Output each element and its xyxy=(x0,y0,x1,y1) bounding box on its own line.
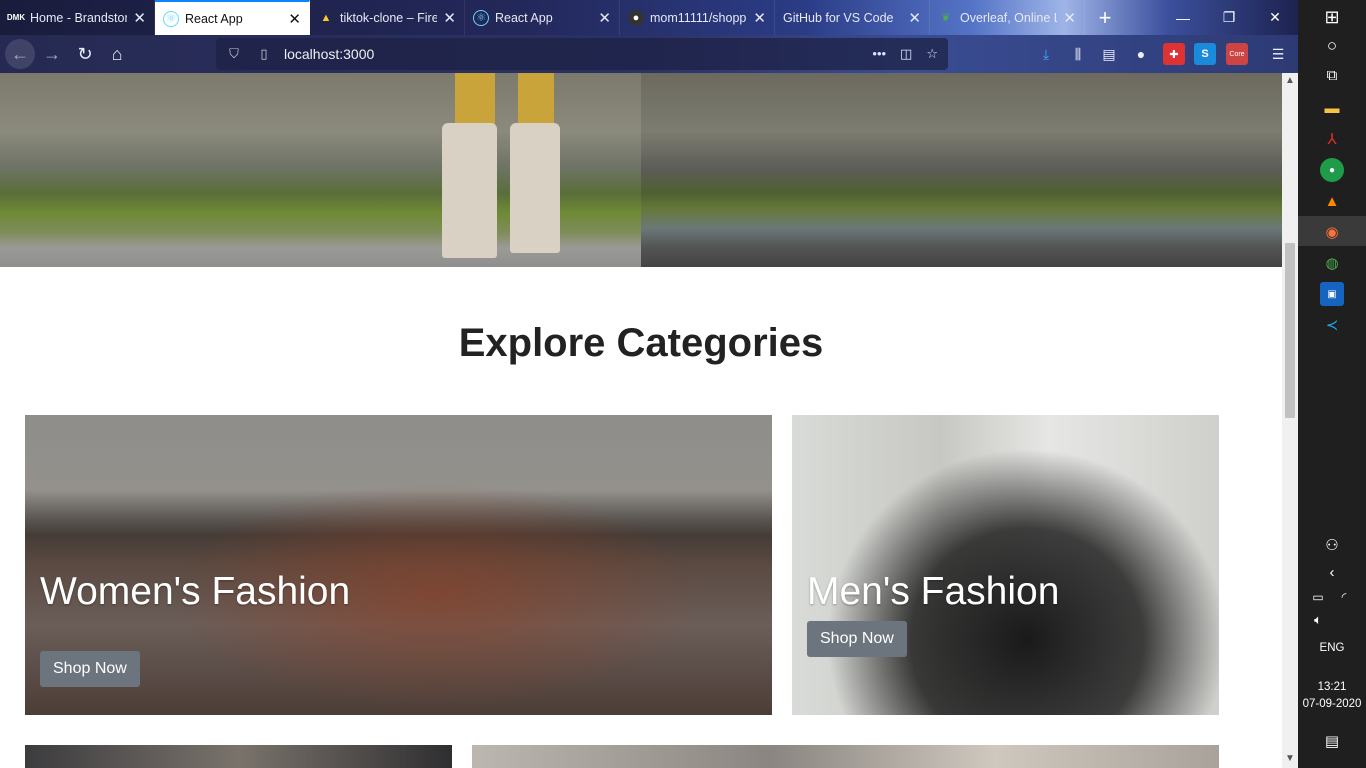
shield-icon[interactable]: ⛉ xyxy=(222,46,246,62)
hero-banner xyxy=(0,73,1282,267)
language-indicator[interactable]: ENG xyxy=(1298,642,1366,654)
minimize-icon[interactable]: — xyxy=(1160,0,1206,35)
search-circle-icon[interactable]: ○ xyxy=(1320,34,1344,58)
extension-s-icon[interactable]: S xyxy=(1194,43,1216,65)
category-card-women[interactable]: Women's Fashion Shop Now xyxy=(25,415,772,715)
firefox-icon[interactable]: ◉ xyxy=(1320,220,1344,244)
category-card-partial[interactable] xyxy=(472,745,1219,768)
tab-title: GitHub for VS Code xyxy=(783,10,894,25)
hero-image-left xyxy=(0,73,641,267)
hero-image-right xyxy=(641,73,1282,267)
menu-hamburger-icon[interactable]: ☰ xyxy=(1267,43,1289,65)
vscode-icon[interactable]: ≺ xyxy=(1320,313,1344,337)
page-scrollbar[interactable]: ▲ ▼ xyxy=(1282,73,1298,768)
clock-date[interactable]: 07-09-2020 xyxy=(1298,698,1366,710)
tab-overleaf[interactable]: ❦ Overleaf, Online L ✕ xyxy=(930,0,1085,35)
account-icon[interactable]: ● xyxy=(1130,43,1152,65)
close-tab-icon[interactable]: ✕ xyxy=(443,9,456,27)
tab-github-repo[interactable]: ● mom11111/shopp ✕ xyxy=(620,0,775,35)
tab-react-app[interactable]: ⚛ React App ✕ xyxy=(465,0,620,35)
shop-now-button[interactable]: Shop Now xyxy=(40,651,140,687)
tab-react-app-active[interactable]: ⚛ React App ✕ xyxy=(155,0,310,35)
volume-icon[interactable]: 🔈︎ xyxy=(1306,608,1330,632)
navigation-toolbar: ← → ↻ ⌂ ⛉ ▯ localhost:3000 ••• ◫ ☆ ⤓ ⫼ ▤… xyxy=(0,35,1298,73)
hero-figure-boot xyxy=(442,123,497,258)
firebase-icon: ▲ xyxy=(320,11,332,24)
close-window-icon[interactable]: ✕ xyxy=(1252,0,1298,35)
close-tab-icon[interactable]: ✕ xyxy=(133,9,146,27)
overleaf-icon: ❦ xyxy=(941,12,951,24)
section-title: Explore Categories xyxy=(458,321,824,365)
battery-icon[interactable]: ▭ xyxy=(1306,585,1330,609)
home-icon[interactable]: ⌂ xyxy=(102,39,132,69)
tab-title: Home - Brandstore xyxy=(30,10,128,25)
tab-title: React App xyxy=(495,10,553,25)
scroll-down-icon[interactable]: ▼ xyxy=(1282,753,1298,764)
tab-tiktok-clone[interactable]: ▲ tiktok-clone – Fire ✕ xyxy=(310,0,465,35)
chevron-left-icon[interactable]: ‹ xyxy=(1320,560,1344,584)
close-tab-icon[interactable]: ✕ xyxy=(1063,9,1076,27)
back-arrow-icon[interactable]: ← xyxy=(5,39,35,69)
notification-icon[interactable]: ▤ xyxy=(1320,729,1344,753)
acrobat-icon[interactable]: ⅄ xyxy=(1320,127,1344,151)
dmk-icon: DMK xyxy=(6,13,26,22)
file-explorer-icon[interactable]: ▬ xyxy=(1320,96,1344,120)
category-card-partial[interactable] xyxy=(25,745,452,768)
tab-title: mom11111/shopp xyxy=(650,10,747,25)
download-icon[interactable]: ⤓ xyxy=(1035,43,1057,65)
bookmark-star-icon[interactable]: ☆ xyxy=(926,46,938,62)
restore-icon[interactable]: ❐ xyxy=(1206,0,1252,35)
close-tab-icon[interactable]: ✕ xyxy=(288,10,301,28)
address-bar[interactable]: ⛉ ▯ localhost:3000 ••• ◫ ☆ xyxy=(216,38,948,70)
scroll-up-icon[interactable]: ▲ xyxy=(1282,75,1298,86)
library-icon[interactable]: ⫼ xyxy=(1067,43,1089,65)
windows-start-icon[interactable]: ⊞ xyxy=(1320,5,1344,29)
tab-home-brandstore[interactable]: DMK Home - Brandstore ✕ xyxy=(0,0,155,35)
shop-now-button[interactable]: Shop Now xyxy=(807,621,907,657)
pocket-icon[interactable]: ◫ xyxy=(900,46,912,62)
tab-title: React App xyxy=(185,11,243,26)
clock-time[interactable]: 13:21 xyxy=(1298,681,1366,693)
page-icon: ▯ xyxy=(260,46,268,61)
category-card-men[interactable]: Men's Fashion Shop Now xyxy=(792,415,1219,715)
reader-view-icon[interactable]: ▤ xyxy=(1098,43,1120,65)
extension-core-icon[interactable]: Core xyxy=(1226,43,1248,65)
url-text[interactable]: localhost:3000 xyxy=(284,46,374,62)
hero-figure-boot xyxy=(510,123,560,253)
react-icon: ⚛ xyxy=(163,10,179,27)
wifi-icon[interactable]: ◜ xyxy=(1332,585,1356,609)
category-title: Men's Fashion xyxy=(807,570,1060,613)
tab-bar: DMK Home - Brandstore ✕ ⚛ React App ✕ ▲ … xyxy=(0,0,1298,35)
page-actions-icon[interactable]: ••• xyxy=(872,46,886,62)
category-title: Women's Fashion xyxy=(40,570,351,613)
hero-figure-leg xyxy=(518,73,554,128)
reload-icon[interactable]: ↻ xyxy=(70,39,100,69)
tab-github-vscode[interactable]: GitHub for VS Code ✕ xyxy=(775,0,930,35)
react-icon: ⚛ xyxy=(473,9,489,26)
tab-title: Overleaf, Online L xyxy=(960,10,1058,25)
task-view-icon[interactable]: ⧉ xyxy=(1320,63,1344,87)
close-tab-icon[interactable]: ✕ xyxy=(753,9,766,27)
close-tab-icon[interactable]: ✕ xyxy=(598,9,611,27)
vlc-icon[interactable]: ▲ xyxy=(1320,189,1344,213)
github-icon: ● xyxy=(628,9,644,26)
tab-title: tiktok-clone – Fire xyxy=(340,10,438,25)
people-icon[interactable]: ⚇ xyxy=(1320,533,1344,557)
close-tab-icon[interactable]: ✕ xyxy=(908,9,921,27)
page-viewport: Explore Categories Women's Fashion Shop … xyxy=(0,73,1282,768)
new-tab-button[interactable]: + xyxy=(1082,0,1128,35)
forward-arrow-icon[interactable]: → xyxy=(37,39,67,69)
chrome-icon[interactable]: ◍ xyxy=(1320,251,1344,275)
browser-window: DMK Home - Brandstore ✕ ⚛ React App ✕ ▲ … xyxy=(0,0,1298,768)
category-image-men xyxy=(792,415,1219,715)
scrollbar-thumb[interactable] xyxy=(1285,243,1295,418)
windows-taskbar: ⊞ ○ ⧉ ▬ ⅄ ● ▲ ◉ ◍ ▣ ≺ ⚇ ‹ ▭ ◜ 🔈︎ ENG 13:… xyxy=(1298,0,1366,768)
app-green-icon[interactable]: ● xyxy=(1320,158,1344,182)
extension-red-icon[interactable]: ✚ xyxy=(1163,43,1185,65)
app-blue-icon[interactable]: ▣ xyxy=(1320,282,1344,306)
